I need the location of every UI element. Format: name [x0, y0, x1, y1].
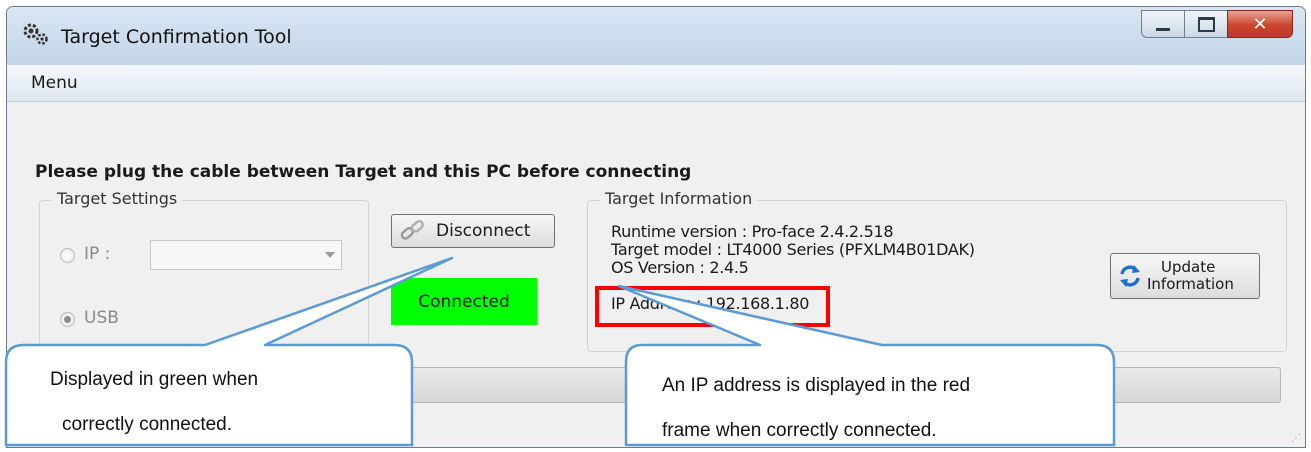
- disconnect-button[interactable]: Disconnect: [391, 214, 555, 248]
- callout-green-line1: Displayed in green when: [50, 369, 259, 390]
- callout-red-line2: frame when correctly connected.: [662, 420, 937, 441]
- maximize-icon: [1197, 16, 1215, 32]
- menu-item-menu[interactable]: Menu: [31, 73, 78, 93]
- chevron-down-icon: [325, 252, 335, 258]
- update-label-line2: Information: [1147, 275, 1234, 293]
- connection-notice: Please plug the cable between Target and…: [35, 162, 692, 182]
- close-button[interactable]: ✕: [1227, 10, 1293, 38]
- resize-grip-icon[interactable]: ⋰: [1291, 433, 1301, 444]
- ip-radio-label: IP :: [84, 244, 111, 264]
- minimize-icon: [1156, 27, 1170, 31]
- ip-radio[interactable]: [60, 248, 75, 263]
- update-label-line1: Update: [1161, 258, 1216, 276]
- window-title: Target Confirmation Tool: [61, 26, 292, 48]
- minimize-button[interactable]: [1141, 10, 1185, 38]
- usb-radio-label: USB: [84, 308, 119, 328]
- ip-address-select[interactable]: [150, 240, 342, 270]
- title-bar[interactable]: Target Confirmation Tool ✕: [7, 7, 1305, 65]
- gears-icon: [23, 23, 48, 45]
- callout-green-line2: correctly connected.: [62, 414, 233, 435]
- os-version: OS Version : 2.4.5: [611, 258, 749, 277]
- window-controls: ✕: [1141, 10, 1293, 40]
- callout-red-line1: An IP address is displayed in the red: [662, 375, 971, 396]
- refresh-icon: [1120, 265, 1140, 287]
- target-settings-label: Target Settings: [52, 189, 183, 208]
- target-model: Target model : LT4000 Series (PFXLM4B01D…: [611, 240, 975, 259]
- usb-radio[interactable]: [60, 312, 75, 327]
- ip-highlight-frame: [595, 286, 830, 327]
- menu-bar: Menu: [7, 65, 1305, 102]
- maximize-button[interactable]: [1184, 10, 1228, 38]
- link-icon: [400, 220, 424, 240]
- close-icon: ✕: [1252, 13, 1268, 35]
- client-area: Please plug the cable between Target and…: [7, 102, 1305, 447]
- target-information-label: Target Information: [600, 189, 758, 208]
- disconnect-label: Disconnect: [436, 221, 531, 241]
- update-information-button[interactable]: Update Information: [1110, 253, 1260, 299]
- runtime-version: Runtime version : Pro-face 2.4.2.518: [611, 222, 894, 241]
- connection-status: Connected: [391, 278, 537, 325]
- target-settings-group: Target Settings IP : USB: [39, 189, 369, 352]
